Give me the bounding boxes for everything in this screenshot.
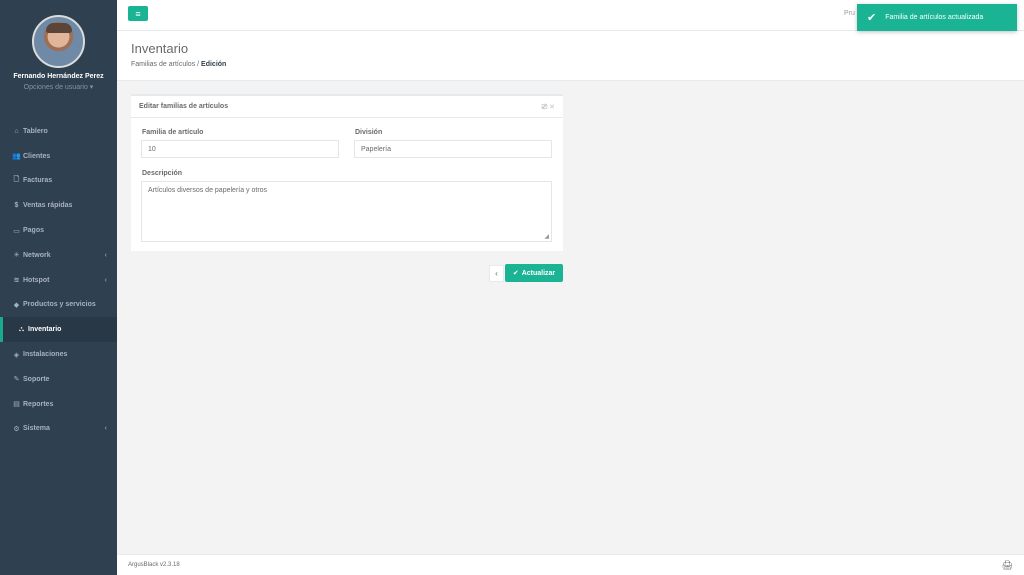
page-heading: Inventario Familias de artículos / Edici… bbox=[117, 31, 1024, 81]
edit-family-card: Editar familias de artículos ⎚ ✕ Familia… bbox=[131, 94, 563, 251]
card-title-text: Editar familias de artículos bbox=[139, 103, 229, 110]
sidebar-item-label: Pagos bbox=[23, 227, 45, 235]
user-profile: Fernando Hernández Perez Opciones de usu… bbox=[0, 0, 117, 118]
sidebar-item-label: Hotspot bbox=[23, 276, 50, 284]
sidebar-item-clientes[interactable]: 👥 Clientes bbox=[0, 144, 117, 169]
app-version: ArgusBlack v2.3.18 bbox=[128, 562, 180, 568]
sidebar-item-inventario[interactable]: ⛬ Inventario bbox=[0, 317, 117, 343]
sidebar-item-sistema[interactable]: ⚙ Sistema ‹ bbox=[0, 417, 117, 442]
chevron-left-icon: ‹ bbox=[495, 269, 498, 278]
sidebar-nav: ⌂ Tablero 👥 Clientes 🗋 Facturas $ Ventas ráp… bbox=[0, 119, 117, 441]
gear-icon: ⚙ bbox=[13, 425, 20, 433]
sidebar-item-label: Inventario bbox=[28, 326, 62, 334]
user-name: Fernando Hernández Perez bbox=[13, 73, 104, 80]
sidebar-item-productos-servicios[interactable]: ◆ Productos y servicios bbox=[0, 293, 117, 318]
descripcion-textarea[interactable]: Artículos diversos de papelería y otros … bbox=[141, 181, 552, 242]
resize-handle-icon[interactable]: ◢ bbox=[544, 233, 549, 240]
file-icon: 🗋 bbox=[13, 176, 20, 184]
breadcrumb: Familias de artículos / Edición bbox=[131, 61, 226, 68]
success-toast[interactable]: ✔ Familia de artículos actualizada bbox=[857, 4, 1017, 31]
breadcrumb-active: Edición bbox=[201, 61, 227, 68]
sidebar-item-label: Tablero bbox=[23, 127, 48, 135]
sidebar-item-hotspot[interactable]: ≋ Hotspot ‹ bbox=[0, 268, 117, 293]
familia-label: Familia de artículo bbox=[142, 129, 204, 136]
printer-icon[interactable]: 🖨 bbox=[1002, 560, 1013, 571]
menu-toggle-button[interactable]: ≡ bbox=[128, 6, 148, 21]
division-input[interactable]: Papelería bbox=[354, 140, 552, 158]
hamburger-icon: ≡ bbox=[135, 8, 141, 19]
chevron-left-icon: ‹ bbox=[104, 425, 107, 433]
chevron-left-icon: ‹ bbox=[104, 251, 107, 259]
sidebar-item-label: Facturas bbox=[23, 177, 53, 185]
sidebar-item-soporte[interactable]: ✎ Soporte bbox=[0, 367, 117, 392]
sidebar-item-label: Productos y servicios bbox=[23, 301, 96, 309]
familia-input[interactable]: 10 bbox=[141, 140, 339, 158]
users-icon: 👥 bbox=[12, 153, 21, 161]
wifi-icon: ≋ bbox=[13, 277, 20, 285]
division-label: División bbox=[355, 129, 383, 136]
card-title: Editar familias de artículos ⎚ ✕ bbox=[131, 96, 563, 118]
sidebar-item-label: Clientes bbox=[23, 152, 51, 160]
user-options-dropdown[interactable]: Opciones de usuario ▾ bbox=[24, 83, 94, 91]
breadcrumb-link-familias[interactable]: Familias de artículos bbox=[131, 61, 195, 68]
footer: ArgusBlack v2.3.18 🖨 bbox=[117, 554, 1024, 575]
sidebar-item-label: Sistema bbox=[23, 425, 50, 433]
check-icon: ✔ bbox=[867, 12, 877, 24]
descripcion-label: Descripción bbox=[142, 170, 183, 177]
top-user-label[interactable]: Pru bbox=[844, 10, 855, 17]
cubes-icon: ⛬ bbox=[19, 325, 24, 333]
toast-message: Familia de artículos actualizada bbox=[885, 14, 984, 21]
sidebar-item-tablero[interactable]: ⌂ Tablero bbox=[0, 119, 117, 144]
tag-icon: ◆ bbox=[13, 301, 20, 309]
descripcion-value: Artículos diversos de papelería y otros bbox=[148, 187, 268, 194]
sidebar-item-label: Reportes bbox=[23, 400, 54, 408]
snowflake-icon: ✳ bbox=[13, 252, 20, 260]
sidebar-item-label: Network bbox=[23, 251, 51, 259]
back-button[interactable]: ‹ bbox=[489, 265, 504, 282]
chevron-left-icon: ‹ bbox=[104, 276, 107, 284]
sidebar-item-reportes[interactable]: ▤ Reportes bbox=[0, 392, 117, 417]
sidebar-item-pagos[interactable]: ▭ Pagos bbox=[0, 218, 117, 243]
sidebar-item-network[interactable]: ✳ Network ‹ bbox=[0, 243, 117, 268]
home-icon: ⌂ bbox=[14, 127, 19, 135]
avatar[interactable] bbox=[32, 15, 85, 68]
sidebar-item-instalaciones[interactable]: ◈ Instalaciones bbox=[0, 342, 117, 367]
actualizar-button[interactable]: ✔ Actualizar bbox=[505, 264, 563, 282]
sidebar: Fernando Hernández Perez Opciones de usu… bbox=[0, 0, 117, 575]
wrench-icon: ✎ bbox=[13, 376, 20, 384]
sidebar-item-label: Ventas rápidas bbox=[23, 202, 73, 210]
sidebar-item-label: Soporte bbox=[23, 375, 50, 383]
sidebar-item-facturas[interactable]: 🗋 Facturas bbox=[0, 169, 117, 194]
card-tools-icons[interactable]: ⎚ ✕ bbox=[542, 103, 555, 112]
card-icon: ▭ bbox=[13, 227, 20, 235]
page-title: Inventario bbox=[131, 41, 189, 56]
sidebar-item-label: Instalaciones bbox=[23, 351, 68, 359]
actualizar-label: Actualizar bbox=[521, 269, 556, 277]
tools-icon: ◈ bbox=[13, 351, 20, 359]
book-icon: ▤ bbox=[13, 401, 20, 409]
sidebar-item-ventas-rapidas[interactable]: $ Ventas rápidas bbox=[0, 193, 117, 218]
dollar-icon: $ bbox=[14, 202, 19, 210]
check-icon: ✔ bbox=[512, 270, 519, 277]
